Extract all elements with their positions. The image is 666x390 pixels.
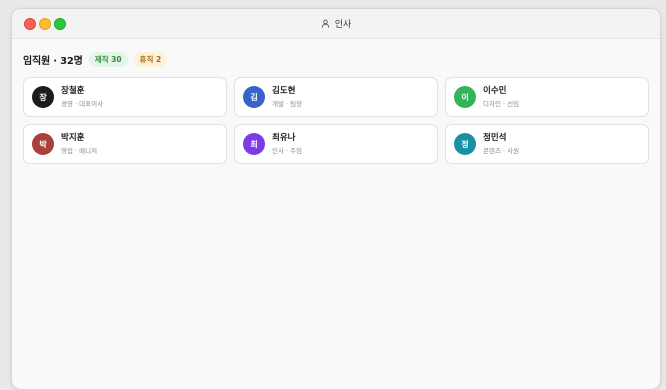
avatar: 최 <box>243 133 265 155</box>
window-title: 인사 <box>12 9 660 38</box>
page-title: 임직원 · 32명 <box>23 55 83 67</box>
employee-card[interactable]: 이 이수민 디자인 · 선임 <box>445 77 649 117</box>
avatar: 김 <box>243 86 265 108</box>
employee-role: 디자인 · 선임 <box>483 99 520 108</box>
employee-role: 영업 · 매니저 <box>61 146 98 155</box>
employee-name: 정민석 <box>483 132 507 143</box>
employee-grid: 장 장철훈 경영 · 대표이사 김 김도현 개발 · 팀장 이 이수민 디자인 … <box>23 77 649 164</box>
avatar: 이 <box>454 86 476 108</box>
status-badge-active[interactable]: 재직 30 <box>88 51 128 67</box>
employee-name: 이수민 <box>483 85 507 96</box>
employee-name: 최유나 <box>272 132 296 143</box>
app-window: 인사 임직원 · 32명 재직 30 휴직 2 장 장철훈 경영 · 대표이사 … <box>11 8 661 390</box>
avatar: 정 <box>454 133 476 155</box>
status-badge-leave[interactable]: 휴직 2 <box>133 51 168 67</box>
employee-role: 콘텐츠 · 사원 <box>483 146 520 155</box>
person-icon <box>321 19 330 28</box>
employee-card[interactable]: 박 박지훈 영업 · 매니저 <box>23 124 227 164</box>
employee-role: 경영 · 대표이사 <box>61 99 104 108</box>
employee-role: 인사 · 주임 <box>272 146 303 155</box>
employee-name: 김도현 <box>272 85 296 96</box>
title-bar: 인사 <box>12 9 660 39</box>
main-content: 임직원 · 32명 재직 30 휴직 2 장 장철훈 경영 · 대표이사 김 김… <box>12 39 660 164</box>
employee-name: 박지훈 <box>61 132 85 143</box>
employee-name: 장철훈 <box>61 85 85 96</box>
employee-card[interactable]: 최 최유나 인사 · 주임 <box>234 124 438 164</box>
employee-card[interactable]: 장 장철훈 경영 · 대표이사 <box>23 77 227 117</box>
page-header: 임직원 · 32명 재직 30 휴직 2 <box>23 51 649 67</box>
window-title-text: 인사 <box>334 20 352 30</box>
employee-role: 개발 · 팀장 <box>272 99 303 108</box>
employee-card[interactable]: 김 김도현 개발 · 팀장 <box>234 77 438 117</box>
employee-card[interactable]: 정 정민석 콘텐츠 · 사원 <box>445 124 649 164</box>
avatar: 박 <box>32 133 54 155</box>
avatar: 장 <box>32 86 54 108</box>
